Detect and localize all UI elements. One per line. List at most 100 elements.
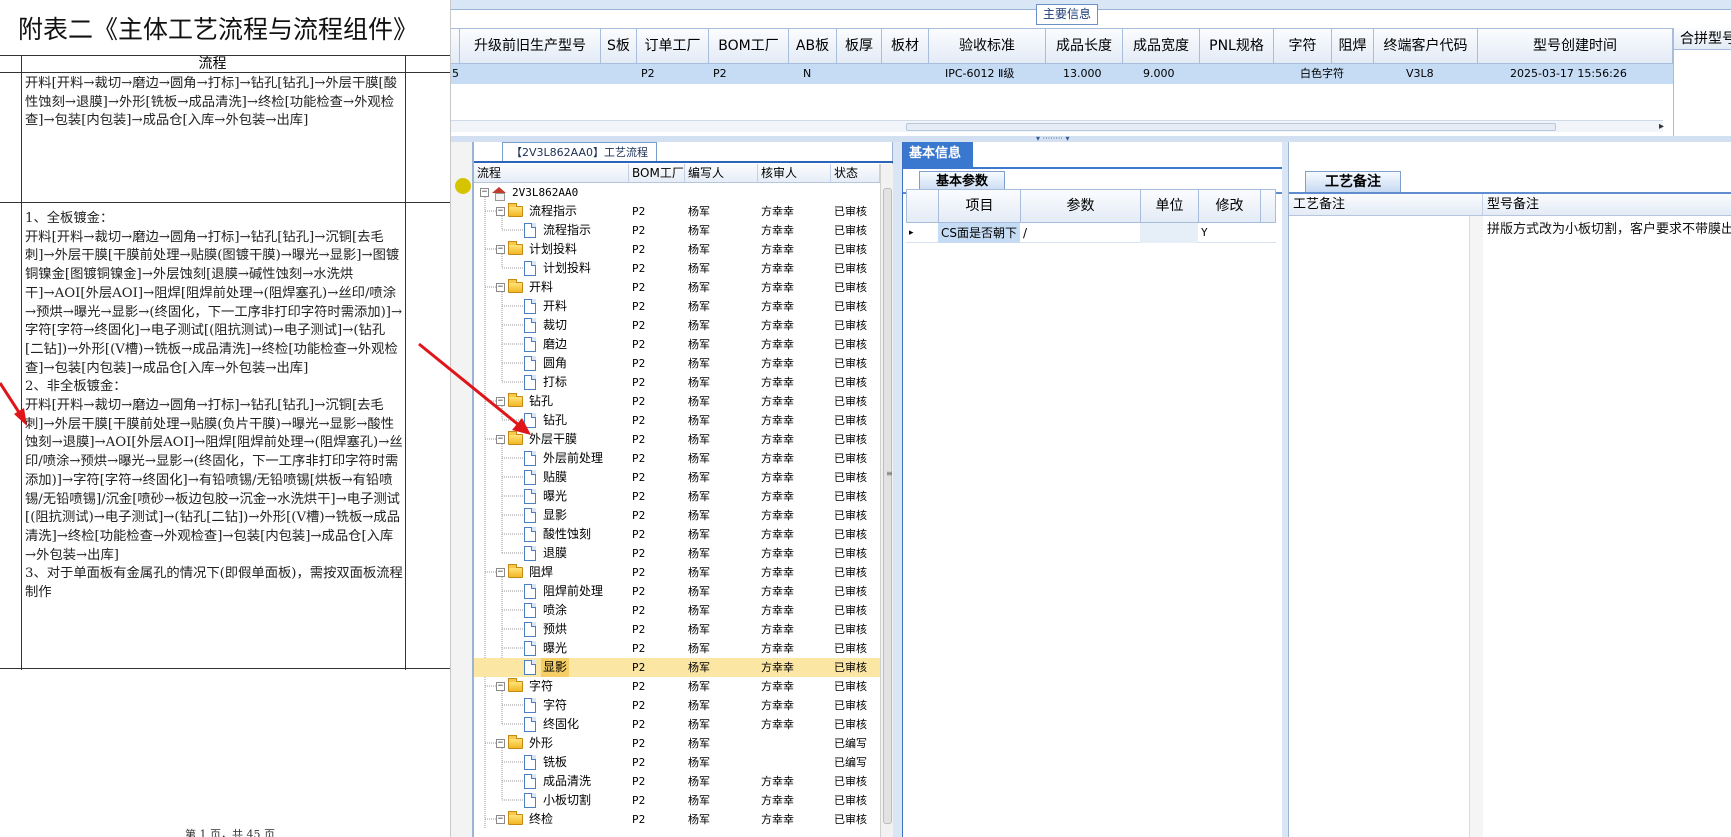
document-pane: 附表二《主体工艺流程与流程组件》 流程 开料[开料→裁切→磨边→圆角→打标]→钻… xyxy=(0,0,451,837)
collapse-icon[interactable]: − xyxy=(496,435,505,444)
collapse-icon[interactable]: − xyxy=(496,815,505,824)
grid-header-s-board[interactable]: S板 xyxy=(601,29,637,63)
remarks-scrollbar[interactable] xyxy=(1469,216,1483,837)
tree-row[interactable]: 预烘 P2 杨军 方幸幸 已审核 xyxy=(474,620,880,639)
tree-root-row[interactable]: − 2V3L862AA0 xyxy=(474,183,880,202)
tree-node-name: 外层干膜 xyxy=(529,432,578,446)
horizontal-scrollbar[interactable]: ▸ xyxy=(451,120,1664,133)
tree-row[interactable]: 开料 P2 杨军 方幸幸 已审核 xyxy=(474,297,880,316)
grid-header-ab-board[interactable]: AB板 xyxy=(789,29,837,63)
grid-header-solder-mask[interactable]: 阻焊 xyxy=(1332,29,1374,63)
tree-cell-writer: 杨军 xyxy=(688,547,710,560)
params-header-param[interactable]: 参数 xyxy=(1021,190,1141,222)
params-header-item[interactable]: 项目 xyxy=(939,190,1021,222)
tree-row[interactable]: 显影 P2 杨军 方幸幸 已审核 xyxy=(474,658,880,677)
params-header-modify[interactable]: 修改 xyxy=(1199,190,1261,222)
grid-header-old-model[interactable]: 升级前旧生产型号 xyxy=(460,29,601,63)
tab-process-flow[interactable]: 【2V3L862AA0】工艺流程 xyxy=(502,142,658,162)
tree-row[interactable]: 打标 P2 杨军 方幸幸 已审核 xyxy=(474,373,880,392)
tree-row[interactable]: 小板切割 P2 杨军 方幸幸 已审核 xyxy=(474,791,880,810)
tree-row[interactable]: 退膜 P2 杨军 方幸幸 已审核 xyxy=(474,544,880,563)
tree-row[interactable]: − 流程指示 P2 杨军 方幸幸 已审核 xyxy=(474,202,880,221)
collapse-icon[interactable]: − xyxy=(496,682,505,691)
tree-row[interactable]: 流程指示 P2 杨军 方幸幸 已审核 xyxy=(474,221,880,240)
grid-header-order-factory[interactable]: 订单工厂 xyxy=(637,29,709,63)
scrollbar-thumb[interactable]: ≡ xyxy=(883,188,893,824)
grid-header-width[interactable]: 成品宽度 xyxy=(1123,29,1200,63)
tree-node-label: − 阻焊 xyxy=(496,563,555,582)
params-row[interactable]: ▸ CS面是否朝下 / Y xyxy=(906,223,1276,243)
tree-row[interactable]: − 阻焊 P2 杨军 方幸幸 已审核 xyxy=(474,563,880,582)
tree-row[interactable]: − 钻孔 P2 杨军 方幸幸 已审核 xyxy=(474,392,880,411)
params-cell-modify[interactable]: Y xyxy=(1198,223,1260,243)
collapse-icon[interactable]: − xyxy=(496,739,505,748)
params-header-unit[interactable]: 单位 xyxy=(1141,190,1199,222)
collapse-icon[interactable]: − xyxy=(496,245,505,254)
tree-row[interactable]: 终固化 P2 杨军 方幸幸 已审核 xyxy=(474,715,880,734)
collapse-icon[interactable]: − xyxy=(496,397,505,406)
grid-header-bom-factory[interactable]: BOM工厂 xyxy=(709,29,789,63)
tree-row[interactable]: 曝光 P2 杨军 方幸幸 已审核 xyxy=(474,639,880,658)
tree-row[interactable]: 计划投料 P2 杨军 方幸幸 已审核 xyxy=(474,259,880,278)
grid-header-standard[interactable]: 验收标准 xyxy=(929,29,1046,63)
tab-process-remarks[interactable]: 工艺备注 xyxy=(1305,171,1401,192)
grid-data-row[interactable]: 5 P2 P2 N IPC-6012 Ⅱ级 13.000 9.000 白色字符 … xyxy=(451,64,1673,84)
grid-header-customer-code[interactable]: 终端客户代码 xyxy=(1374,29,1478,63)
tree-row[interactable]: 字符 P2 杨军 方幸幸 已审核 xyxy=(474,696,880,715)
process-remarks-field[interactable] xyxy=(1289,216,1483,837)
params-cell-unit[interactable] xyxy=(1140,223,1198,243)
merge-model-header[interactable]: 合拼型号 xyxy=(1674,28,1731,50)
tree-cell-status: 已审核 xyxy=(834,642,867,655)
tree-row[interactable]: 喷涂 P2 杨军 方幸幸 已审核 xyxy=(474,601,880,620)
remarks-header-model[interactable]: 型号备注 xyxy=(1483,194,1731,215)
collapse-icon[interactable]: − xyxy=(480,188,489,197)
tree-row[interactable]: 裁切 P2 杨军 方幸幸 已审核 xyxy=(474,316,880,335)
tree-vertical-scrollbar[interactable]: ≡ xyxy=(880,164,894,837)
panel-splitter[interactable] xyxy=(893,142,902,837)
params-cell-item[interactable]: CS面是否朝下 xyxy=(938,223,1020,243)
tree-header-status[interactable]: 状态 xyxy=(831,164,880,182)
grid-header-pnl[interactable]: PNL规格 xyxy=(1200,29,1274,63)
tree-row[interactable]: − 终检 P2 杨军 方幸幸 已审核 xyxy=(474,810,880,829)
collapse-icon[interactable]: − xyxy=(496,283,505,292)
model-remarks-text[interactable]: 拼版方式改为小板切割，客户要求不带膜出货 xyxy=(1487,218,1731,237)
tree-row[interactable]: 钻孔 P2 杨军 方幸幸 已审核 xyxy=(474,411,880,430)
tree-row[interactable]: 外层前处理 P2 杨军 方幸幸 已审核 xyxy=(474,449,880,468)
collapsed-side-panel[interactable] xyxy=(451,142,473,837)
tree-cell-bom: P2 xyxy=(632,775,646,788)
tree-row[interactable]: 铣板 P2 杨军 已编写 xyxy=(474,753,880,772)
grid-cell-length: 13.000 xyxy=(1063,67,1102,80)
tree-row[interactable]: 曝光 P2 杨军 方幸幸 已审核 xyxy=(474,487,880,506)
tree-row[interactable]: − 计划投料 P2 杨军 方幸幸 已审核 xyxy=(474,240,880,259)
tree-node-label: 曝光 xyxy=(524,639,569,658)
tree-header-process[interactable]: 流程 xyxy=(474,164,629,182)
params-cell-param[interactable]: / xyxy=(1020,223,1140,243)
tab-basic-info[interactable]: 基本信息 xyxy=(903,142,973,167)
collapse-icon[interactable]: − xyxy=(496,568,505,577)
process-paragraph: 3、对于单面板有金属孔的情况下(即假单面板)，需按双面板流程制作 xyxy=(25,566,403,601)
scroll-right-arrow-icon[interactable]: ▸ xyxy=(1659,121,1664,133)
tree-row[interactable]: − 字符 P2 杨军 方幸幸 已审核 xyxy=(474,677,880,696)
process-paragraph: 开料[开料→裁切→磨边→圆角→打标]→钻孔[钻孔]→沉铜[去毛刺]→外层干膜[干… xyxy=(25,229,403,376)
grid-header-thickness[interactable]: 板厚 xyxy=(837,29,882,63)
tree-header-writer[interactable]: 编写人 xyxy=(685,164,758,182)
tree-row[interactable]: − 外层干膜 P2 杨军 方幸幸 已审核 xyxy=(474,430,880,449)
grid-header-material[interactable]: 板材 xyxy=(882,29,929,63)
tree-row[interactable]: 磨边 P2 杨军 方幸幸 已审核 xyxy=(474,335,880,354)
collapse-icon[interactable]: − xyxy=(496,207,505,216)
tree-row[interactable]: 显影 P2 杨军 方幸幸 已审核 xyxy=(474,506,880,525)
tree-row[interactable]: 圆角 P2 杨军 方幸幸 已审核 xyxy=(474,354,880,373)
tree-header-bom[interactable]: BOM工厂 xyxy=(629,164,685,182)
tree-row[interactable]: 阻焊前处理 P2 杨军 方幸幸 已审核 xyxy=(474,582,880,601)
scrollbar-thumb[interactable] xyxy=(906,123,1556,131)
tree-header-reviewer[interactable]: 核审人 xyxy=(758,164,831,182)
tree-row[interactable]: − 外形 P2 杨军 已编写 xyxy=(474,734,880,753)
remarks-header-process[interactable]: 工艺备注 xyxy=(1289,194,1483,215)
grid-header-length[interactable]: 成品长度 xyxy=(1046,29,1123,63)
tree-row[interactable]: 成品清洗 P2 杨军 方幸幸 已审核 xyxy=(474,772,880,791)
tree-row[interactable]: 贴膜 P2 杨军 方幸幸 已审核 xyxy=(474,468,880,487)
tree-row[interactable]: − 开料 P2 杨军 方幸幸 已审核 xyxy=(474,278,880,297)
grid-header-created-time[interactable]: 型号创建时间 xyxy=(1478,29,1673,63)
grid-header-char[interactable]: 字符 xyxy=(1274,29,1332,63)
tree-row[interactable]: 酸性蚀刻 P2 杨军 方幸幸 已审核 xyxy=(474,525,880,544)
